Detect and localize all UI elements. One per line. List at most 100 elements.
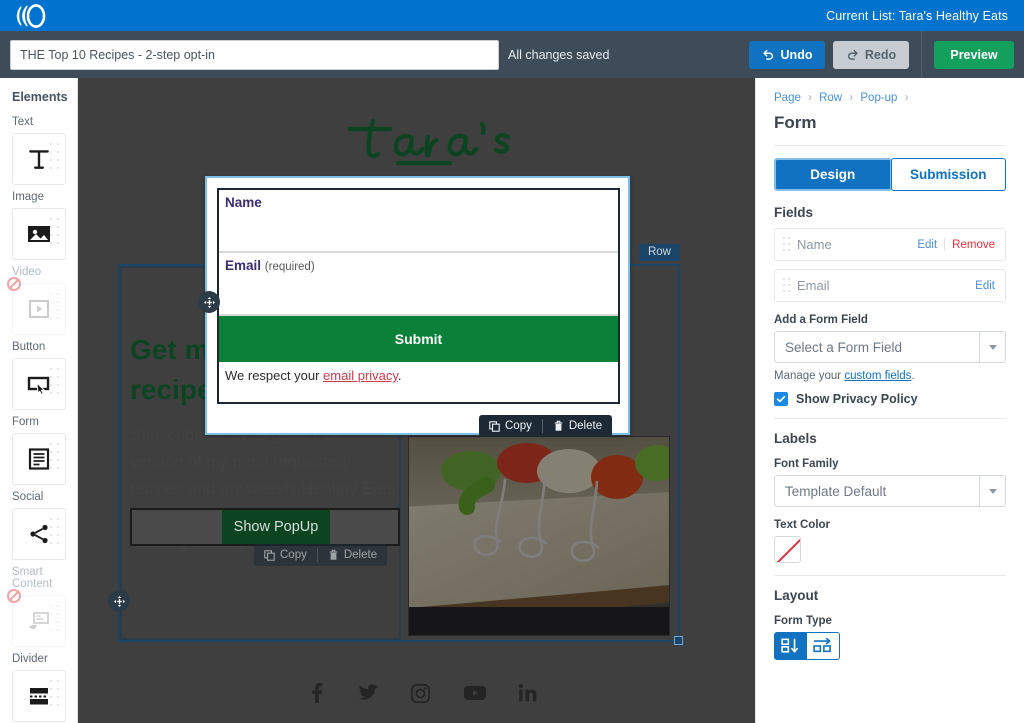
show-privacy-policy-row[interactable]: Show Privacy Policy xyxy=(774,392,1006,419)
toolbar-actions: Undo Redo Preview xyxy=(749,31,1014,78)
show-popup-button[interactable]: Show PopUp xyxy=(222,510,330,544)
email-field-label-text: Email xyxy=(225,258,262,273)
social-icons-row xyxy=(308,676,538,710)
element-tile-image[interactable] xyxy=(12,208,66,260)
copy-icon xyxy=(489,420,500,432)
email-field-input[interactable] xyxy=(219,277,618,315)
element-tile-social[interactable] xyxy=(12,508,66,560)
custom-fields-link[interactable]: custom fields xyxy=(844,370,911,382)
panel-divider xyxy=(774,575,1006,576)
stacked-form-icon[interactable] xyxy=(774,632,807,660)
add-form-field-select[interactable]: Select a Form Field xyxy=(774,331,1006,363)
form-drag-handle[interactable] xyxy=(198,291,220,313)
form-field-row-name[interactable]: Name Edit Remove xyxy=(774,228,1006,261)
redo-label: Redo xyxy=(864,47,897,62)
hero-paragraph-part1: Subscribe today to get a PDF version of … xyxy=(130,426,396,499)
manage-suffix: . xyxy=(911,370,915,382)
cta-copy-button[interactable]: Copy xyxy=(254,544,317,566)
element-tile-smart-content[interactable] xyxy=(7,589,66,647)
preview-button[interactable]: Preview xyxy=(934,40,1014,69)
breadcrumb-item-row[interactable]: Row xyxy=(819,92,842,104)
undo-label: Undo xyxy=(780,47,813,62)
undo-button[interactable]: Undo xyxy=(749,40,825,69)
form-copy-button[interactable]: Copy xyxy=(479,415,542,437)
drag-grip-icon[interactable] xyxy=(783,278,790,293)
show-privacy-policy-label: Show Privacy Policy xyxy=(796,392,918,406)
copy-icon xyxy=(264,549,275,561)
form-copy-label: Copy xyxy=(505,420,532,432)
drag-dots xyxy=(50,143,60,177)
form-submit-button[interactable]: Submit xyxy=(219,316,618,362)
inline-form-icon[interactable] xyxy=(807,632,840,660)
twitter-icon[interactable] xyxy=(357,682,379,704)
element-label-image: Image xyxy=(12,191,44,203)
cta-delete-button[interactable]: Delete xyxy=(318,544,387,566)
element-label-divider: Divider xyxy=(12,653,48,665)
email-privacy-link[interactable]: email privacy xyxy=(323,368,398,383)
hero-image[interactable] xyxy=(408,436,670,636)
form-delete-button[interactable]: Delete xyxy=(543,415,612,437)
element-tile-text[interactable] xyxy=(12,133,66,185)
form-field-row-email[interactable]: Email Edit xyxy=(774,269,1006,302)
properties-panel: Page › Row › Pop-up › Form Design Submis… xyxy=(755,78,1024,723)
current-list-label: Current List: Tara's Healthy Eats xyxy=(826,8,1008,23)
privacy-prefix: We respect your xyxy=(225,368,324,383)
row-tab-label[interactable]: Row xyxy=(638,244,680,261)
page-title-input[interactable] xyxy=(10,39,499,70)
cta-drag-handle[interactable] xyxy=(108,590,130,612)
field-edit-button[interactable]: Edit xyxy=(917,239,937,251)
layout-heading: Layout xyxy=(774,588,819,603)
brand-swirl-logo-icon[interactable] xyxy=(16,3,56,28)
preview-label: Preview xyxy=(950,47,998,62)
youtube-icon[interactable] xyxy=(463,684,487,702)
element-label-form: Form xyxy=(12,416,39,428)
facebook-icon[interactable] xyxy=(308,682,325,704)
element-tile-video[interactable] xyxy=(7,277,66,335)
name-field-label: Name xyxy=(225,195,262,210)
text-color-label: Text Color xyxy=(774,519,831,531)
drag-dots xyxy=(50,293,60,327)
site-logo xyxy=(336,116,536,170)
show-privacy-policy-checkbox[interactable] xyxy=(774,392,788,406)
tab-design[interactable]: Design xyxy=(774,158,892,191)
element-group-divider: Divider xyxy=(0,653,77,722)
chevron-down-icon[interactable] xyxy=(979,332,1005,362)
element-tile-form[interactable] xyxy=(12,433,66,485)
smart-content-element-icon xyxy=(26,610,52,632)
drag-grip-icon[interactable] xyxy=(783,237,790,252)
element-label-text: Text xyxy=(12,116,34,128)
field-edit-button[interactable]: Edit xyxy=(975,280,995,292)
form-field-email[interactable]: Email (required) xyxy=(219,253,618,316)
chevron-down-icon[interactable] xyxy=(979,476,1005,506)
name-field-input[interactable] xyxy=(219,214,618,252)
form-element[interactable]: Name Email (required) Submit We respect … xyxy=(217,188,620,404)
breadcrumb-item-popup[interactable]: Pop-up xyxy=(860,92,897,104)
redo-icon xyxy=(846,48,859,61)
tab-submission[interactable]: Submission xyxy=(890,158,1006,191)
linkedin-icon[interactable] xyxy=(518,683,538,703)
field-remove-button[interactable]: Remove xyxy=(952,239,995,251)
form-field-name[interactable]: Name xyxy=(219,190,618,253)
button-element-icon xyxy=(26,373,52,395)
text-color-swatch[interactable] xyxy=(774,536,801,563)
cta-mini-toolbar[interactable]: Copy Delete xyxy=(254,544,388,566)
image-element-icon xyxy=(26,223,52,245)
element-group-text: Text xyxy=(0,116,77,185)
font-family-select[interactable]: Template Default xyxy=(774,475,1006,507)
form-element-icon xyxy=(27,447,51,471)
element-tile-divider[interactable] xyxy=(12,670,66,722)
cta-button-row[interactable]: Show PopUp xyxy=(130,508,400,546)
top-brand-bar: Current List: Tara's Healthy Eats xyxy=(0,0,1024,31)
row-resize-handle[interactable] xyxy=(674,636,683,645)
page-canvas[interactable]: Row Get my top 10 recipes Subscribe toda… xyxy=(78,78,755,723)
redo-button[interactable]: Redo xyxy=(833,40,909,69)
instagram-icon[interactable] xyxy=(410,683,431,704)
drag-dots xyxy=(50,218,60,252)
popup-form-overlay[interactable]: Name Email (required) Submit We respect … xyxy=(205,176,630,435)
form-mini-toolbar[interactable]: Copy Delete xyxy=(479,415,613,437)
element-tile-button[interactable] xyxy=(12,358,66,410)
element-label-video: Video xyxy=(12,266,42,278)
trash-icon xyxy=(553,420,564,432)
breadcrumb-item-page[interactable]: Page xyxy=(774,92,801,104)
element-group-form: Form xyxy=(0,416,77,485)
